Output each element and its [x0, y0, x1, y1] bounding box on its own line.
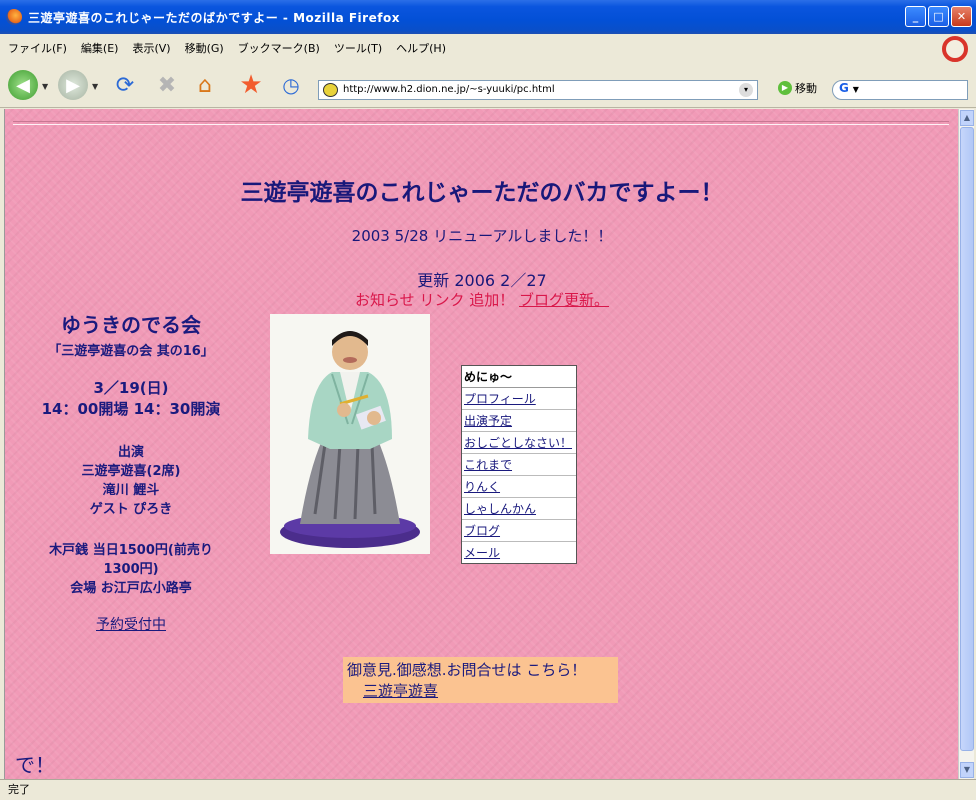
home-button[interactable]: ⌂	[190, 70, 220, 100]
menu-link-blog[interactable]: ブログ	[462, 520, 576, 542]
address-url: http://www.h2.dion.ne.jp/~s-yuuki/pc.htm…	[343, 84, 555, 95]
notice-line: お知らせ リンク 追加！ ブログ更新。	[5, 289, 958, 310]
forward-button[interactable]: ▶	[58, 70, 88, 100]
site-favicon-icon	[323, 83, 338, 97]
contact-link[interactable]: 三遊亭遊喜	[347, 680, 614, 701]
event-date: 3／19(日)	[93, 379, 169, 397]
menu-link-links[interactable]: りんく	[462, 476, 576, 498]
scroll-down-icon[interactable]: ▼	[960, 762, 974, 778]
status-bar: 完了	[0, 779, 976, 800]
menu-link-history[interactable]: これまで	[462, 454, 576, 476]
menu-header: めにゅ～	[462, 366, 576, 388]
forward-dropdown-icon[interactable]: ▼	[92, 82, 98, 91]
bookmark-star-icon[interactable]: ★	[236, 70, 266, 100]
menu-link-gallery[interactable]: しゃしんかん	[462, 498, 576, 520]
status-text: 完了	[8, 783, 30, 796]
renewal-note: 2003 5/28 リニューアルしました！！	[351, 227, 613, 245]
venue: 会場 お江戸広小路亭	[70, 581, 192, 596]
menu-link-schedule[interactable]: 出演予定	[462, 410, 576, 432]
stop-button[interactable]: ✖	[152, 70, 182, 100]
cast-line: 滝川 鯉斗	[102, 483, 160, 498]
cast-heading: 出演	[117, 445, 144, 460]
maximize-button[interactable]: □	[928, 6, 949, 27]
menu-tools[interactable]: ツール(T)	[334, 40, 382, 56]
price-line: 1300円)	[103, 562, 159, 577]
go-arrow-icon: ▶	[778, 81, 792, 95]
minimize-button[interactable]: _	[905, 6, 926, 27]
address-bar[interactable]: http://www.h2.dion.ne.jp/~s-yuuki/pc.htm…	[318, 80, 758, 100]
reservation-link[interactable]: 予約受付中	[11, 614, 251, 634]
address-dropdown-icon[interactable]: ▾	[739, 83, 753, 97]
notice-text: お知らせ リンク 追加！	[354, 291, 519, 309]
scroll-up-icon[interactable]: ▲	[960, 110, 974, 126]
update-date: 更新 2006 2／27	[417, 271, 547, 290]
contact-text: 御意見.御感想.お問合せは こちら！	[347, 661, 587, 679]
title-bar: 三遊亭遊喜のこれじゃーただのばかですよー - Mozilla Firefox _…	[0, 0, 976, 34]
go-button[interactable]: ▶ 移動	[778, 80, 817, 96]
menu-bar: ファイル(F) 編集(E) 表示(V) 移動(G) ブックマーク(B) ツール(…	[0, 34, 976, 62]
page-content: 三遊亭遊喜のこれじゃーただのバカですよー！ 2003 5/28 リニューアルしま…	[5, 109, 958, 779]
search-engine-dropdown-icon[interactable]: ▼	[853, 85, 859, 94]
history-icon[interactable]: ◷	[276, 70, 306, 100]
scroll-thumb[interactable]	[960, 127, 974, 751]
throbber-icon	[942, 36, 968, 62]
menu-view[interactable]: 表示(V)	[132, 40, 170, 56]
reload-button[interactable]: ⟳	[110, 70, 140, 100]
footer-text: で！	[15, 753, 55, 777]
contact-box: 御意見.御感想.お問合せは こちら！ 三遊亭遊喜	[343, 657, 618, 703]
window-title: 三遊亭遊喜のこれじゃーただのばかですよー - Mozilla Firefox	[28, 10, 400, 25]
cast-line: ゲスト ぴろき	[89, 502, 173, 517]
page-title: 三遊亭遊喜のこれじゃーただのバカですよー！	[240, 180, 724, 206]
search-box[interactable]: G ▼	[832, 80, 968, 100]
menu-file[interactable]: ファイル(F)	[8, 40, 67, 56]
firefox-icon	[6, 9, 22, 25]
menu-help[interactable]: ヘルプ(H)	[396, 40, 446, 56]
search-engine-icon[interactable]: G	[839, 81, 849, 95]
event-subtitle: 「三遊亭遊喜の会 其の16」	[48, 344, 214, 359]
vertical-scrollbar[interactable]: ▲ ▼	[958, 109, 974, 779]
menu-go[interactable]: 移動(G)	[185, 40, 224, 56]
back-button[interactable]: ◀	[8, 70, 38, 100]
cast-line: 三遊亭遊喜(2席)	[81, 464, 181, 479]
menu-link-work[interactable]: おしごとしなさい！	[462, 432, 576, 454]
close-button[interactable]: ✕	[951, 6, 972, 27]
menu-edit[interactable]: 編集(E)	[81, 40, 119, 56]
window-controls: _ □ ✕	[905, 6, 972, 27]
blog-update-link[interactable]: ブログ更新。	[519, 291, 609, 309]
menu-link-mail[interactable]: メール	[462, 542, 576, 563]
horizontal-rule	[13, 121, 949, 125]
back-dropdown-icon[interactable]: ▼	[42, 82, 48, 91]
navigation-menu: めにゅ～ プロフィール 出演予定 おしごとしなさい！ これまで りんく しゃしん…	[461, 365, 577, 564]
event-time: 14：00開場 14：30開演	[41, 400, 221, 418]
go-label: 移動	[795, 82, 817, 95]
event-title: ゆうきのでる会	[61, 313, 201, 337]
portrait-photo	[270, 314, 430, 554]
event-info: ゆうきのでる会 「三遊亭遊喜の会 其の16」 3／19(日) 14：00開場 1…	[11, 309, 251, 634]
menu-link-profile[interactable]: プロフィール	[462, 388, 576, 410]
menu-bookmarks[interactable]: ブックマーク(B)	[238, 40, 320, 56]
page-viewport: 三遊亭遊喜のこれじゃーただのバカですよー！ 2003 5/28 リニューアルしま…	[4, 109, 958, 779]
price-line: 木戸銭 当日1500円(前売り	[49, 543, 213, 558]
